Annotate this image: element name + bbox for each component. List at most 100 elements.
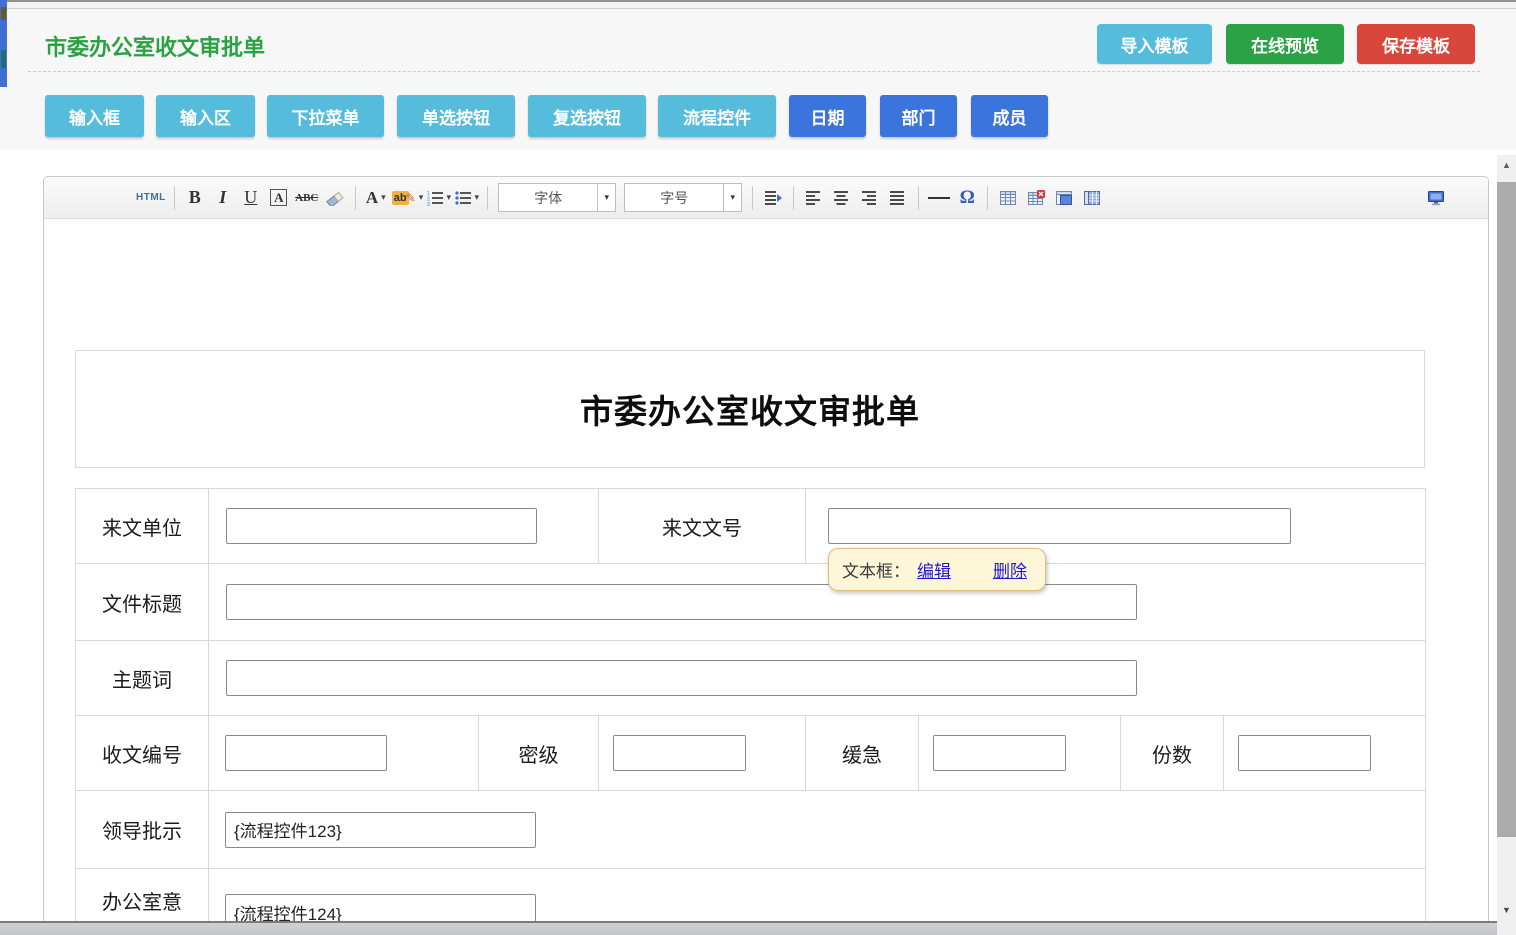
header-divider xyxy=(28,71,1480,72)
widget-tooltip: 文本框： 编辑 删除 xyxy=(828,548,1046,591)
character-border-button[interactable]: A xyxy=(267,184,291,212)
sidebar-edge-fragment xyxy=(0,0,7,87)
bold-button[interactable]: B xyxy=(183,184,207,212)
chevron-down-icon[interactable] xyxy=(723,184,741,211)
toolbar-separator xyxy=(174,186,175,210)
label-urgency: 缓急 xyxy=(806,716,919,791)
control-radio-button[interactable]: 单选按钮 xyxy=(397,95,515,137)
align-center-icon xyxy=(834,190,850,206)
editor-toolbar: HTML B I U A ABC A ab✎ 123 字体 xyxy=(44,177,1488,219)
control-input-area-button[interactable]: 输入区 xyxy=(156,95,255,137)
font-size-select[interactable]: 字号 xyxy=(624,183,742,212)
import-template-button[interactable]: 导入模板 xyxy=(1097,24,1212,64)
page: 市委办公室收文审批单 导入模板 在线预览 保存模板 输入框 输入区 下拉菜单 单… xyxy=(0,0,1516,935)
table-row: 领导批示 xyxy=(76,791,1426,869)
save-template-button[interactable]: 保存模板 xyxy=(1357,24,1475,64)
control-department-button[interactable]: 部门 xyxy=(880,95,957,137)
unordered-list-button[interactable] xyxy=(455,184,479,212)
align-justify-icon xyxy=(890,190,906,206)
control-date-button[interactable]: 日期 xyxy=(789,95,866,137)
html-source-button[interactable]: HTML xyxy=(136,184,166,212)
delete-table-icon xyxy=(1028,190,1045,206)
cell-leader-note xyxy=(209,791,1426,869)
delete-table-button[interactable] xyxy=(1024,184,1048,212)
eraser-icon xyxy=(326,190,344,206)
horizontal-rule-button[interactable] xyxy=(927,184,951,212)
table-row: 文件标题 xyxy=(76,564,1426,641)
italic-button[interactable]: I xyxy=(211,184,235,212)
subject-input[interactable] xyxy=(226,660,1137,696)
align-right-button[interactable] xyxy=(858,184,882,212)
label-secrecy: 密级 xyxy=(479,716,599,791)
window-bottom-edge xyxy=(0,921,1516,935)
label-receipt-no: 收文编号 xyxy=(76,716,209,791)
cell-urgency xyxy=(919,716,1121,791)
receipt-no-input[interactable] xyxy=(225,735,387,771)
table-properties-button[interactable] xyxy=(1052,184,1076,212)
toolbar-separator xyxy=(987,186,988,210)
cell-receipt-no xyxy=(209,716,479,791)
underline-button[interactable]: U xyxy=(239,184,263,212)
font-family-select[interactable]: 字体 xyxy=(498,183,616,212)
toolbar-separator xyxy=(487,186,488,210)
fullscreen-button[interactable] xyxy=(1424,184,1448,212)
align-left-button[interactable] xyxy=(802,184,826,212)
cell-properties-button[interactable] xyxy=(1080,184,1104,212)
control-input-box-button[interactable]: 输入框 xyxy=(45,95,144,137)
monitor-icon xyxy=(1427,190,1445,206)
secrecy-input[interactable] xyxy=(613,735,746,771)
copies-input[interactable] xyxy=(1238,735,1371,771)
indent-button[interactable] xyxy=(761,184,785,212)
table-properties-icon xyxy=(1056,190,1073,206)
horizontal-rule-icon xyxy=(928,197,950,199)
cell-secrecy xyxy=(599,716,806,791)
align-left-icon xyxy=(806,190,822,206)
ordered-list-button[interactable]: 123 xyxy=(427,184,451,212)
form-title: 市委办公室收文审批单 xyxy=(580,385,920,433)
align-center-button[interactable] xyxy=(830,184,854,212)
chevron-down-icon[interactable] xyxy=(597,184,615,211)
doc-number-input[interactable] xyxy=(828,508,1291,544)
cell-subject xyxy=(209,641,1426,716)
font-color-button[interactable]: A xyxy=(364,184,388,212)
form-title-cell[interactable]: 市委办公室收文审批单 xyxy=(75,350,1425,468)
urgency-input[interactable] xyxy=(933,735,1066,771)
scroll-down-arrow-icon[interactable] xyxy=(1497,905,1516,915)
control-member-button[interactable]: 成员 xyxy=(971,95,1048,137)
label-copies: 份数 xyxy=(1121,716,1224,791)
highlight-color-button[interactable]: ab✎ xyxy=(392,184,423,212)
align-justify-button[interactable] xyxy=(886,184,910,212)
form-table: 来文单位 来文文号 文件标题 主题词 收文编号 密级 缓急 份数 领导批示 xyxy=(75,488,1426,935)
scroll-up-arrow-icon[interactable] xyxy=(1497,160,1516,170)
tooltip-label: 文本框： xyxy=(842,557,910,582)
control-checkbox-button[interactable]: 复选按钮 xyxy=(528,95,646,137)
online-preview-button[interactable]: 在线预览 xyxy=(1226,24,1344,64)
special-character-button[interactable]: Ω xyxy=(955,184,979,212)
cell-file-title xyxy=(209,564,1426,641)
label-subject: 主题词 xyxy=(76,641,209,716)
delete-link[interactable]: 删除 xyxy=(993,557,1027,582)
indent-icon xyxy=(765,190,782,206)
label-leader-note: 领导批示 xyxy=(76,791,209,869)
pencil-icon: ✎ xyxy=(406,191,416,205)
scrollbar-thumb[interactable] xyxy=(1497,182,1516,837)
table-row: 主题词 xyxy=(76,641,1426,716)
edit-link[interactable]: 编辑 xyxy=(917,557,951,582)
cell-copies xyxy=(1224,716,1426,791)
label-file-title: 文件标题 xyxy=(76,564,209,641)
remove-format-button[interactable] xyxy=(323,184,347,212)
page-title: 市委办公室收文审批单 xyxy=(45,30,265,62)
unordered-list-icon xyxy=(455,190,471,206)
toolbar-separator xyxy=(793,186,794,210)
toolbar-separator xyxy=(355,186,356,210)
leader-note-input[interactable] xyxy=(225,812,536,848)
insert-table-button[interactable] xyxy=(996,184,1020,212)
vertical-scrollbar[interactable] xyxy=(1497,155,1516,935)
strikethrough-button[interactable]: ABC xyxy=(295,184,319,212)
source-unit-input[interactable] xyxy=(226,508,537,544)
toolbar-separator xyxy=(918,186,919,210)
toolbar-separator xyxy=(752,186,753,210)
control-process-widget-button[interactable]: 流程控件 xyxy=(658,95,776,137)
ordered-list-icon: 123 xyxy=(427,190,443,206)
control-dropdown-button[interactable]: 下拉菜单 xyxy=(267,95,384,137)
